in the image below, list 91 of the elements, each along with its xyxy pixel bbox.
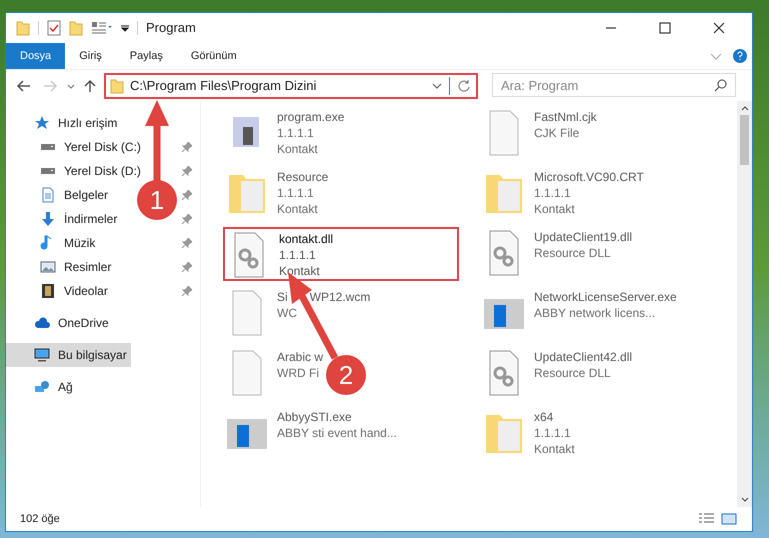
file-name: NetworkLicenseServer.exe — [534, 289, 677, 305]
sidebar-item[interactable]: Ağ — [6, 375, 77, 399]
file-item[interactable]: UpdateClient42.dll Resource DLL — [480, 347, 634, 401]
sidebar-item[interactable]: Müzik — [6, 231, 100, 255]
file-name: Resource — [277, 169, 328, 185]
pin-icon[interactable] — [182, 190, 192, 200]
sidebar-item[interactable]: Resimler — [6, 255, 116, 279]
sidebar-item[interactable]: Yerel Disk (D:) — [6, 159, 145, 183]
refresh-icon[interactable] — [456, 78, 472, 94]
file-name: Arabic w — [277, 349, 324, 365]
ribbon-tab[interactable]: Görünüm — [176, 43, 251, 69]
file-name: Microsoft.VC90.CRT — [534, 169, 644, 185]
sidebar-item[interactable]: Videolar — [6, 279, 112, 303]
file-item[interactable]: UpdateClient19.dll Resource DLL — [480, 227, 634, 281]
film-icon — [40, 283, 56, 299]
pin-icon[interactable] — [182, 166, 192, 176]
file-name: FastNml.cjk — [534, 109, 597, 125]
file-name: UpdateClient19.dll — [534, 229, 632, 245]
file-item[interactable]: program.exe 1.1.1.1 Kontakt — [223, 107, 346, 161]
checklist-icon[interactable] — [47, 20, 61, 36]
ribbon-tab[interactable]: Giriş — [65, 43, 116, 69]
search-icon[interactable] — [714, 78, 728, 92]
file-item[interactable]: x64 1.1.1.1 Kontakt — [480, 407, 577, 461]
file-item[interactable]: Microsoft.VC90.CRT 1.1.1.1 Kontakt — [480, 167, 646, 221]
sidebar-item[interactable]: Belgeler — [6, 183, 112, 207]
file-item[interactable]: FastNml.cjk CJK File — [480, 107, 599, 161]
sidebar-item[interactable]: İndirmeler — [6, 207, 122, 231]
file-detail: Kontakt — [534, 441, 575, 457]
sidebar-item[interactable]: Hızlı erişim — [6, 111, 122, 135]
file-detail: WRD Fi — [277, 365, 320, 381]
file-name: kontakt.dll — [279, 231, 334, 247]
search-field[interactable]: Ara: Program — [492, 73, 736, 98]
folder-icon — [16, 20, 30, 36]
pin-icon[interactable] — [182, 142, 192, 152]
file-detail: 1.1.1.1 — [534, 425, 572, 441]
file-detail: ABBY network licens... — [534, 305, 656, 321]
picture-icon — [40, 259, 56, 275]
file-detail: 1.1.1.1 — [277, 185, 315, 201]
file-detail: ABBY sti event hand... — [277, 425, 397, 441]
file-name: WP12.wcm — [310, 289, 370, 305]
file-detail: Kontakt — [277, 141, 319, 157]
file-detail: CJK File — [534, 125, 580, 141]
file-detail: Resource DLL — [534, 365, 612, 381]
computer-icon — [34, 347, 50, 363]
address-bar[interactable]: C:\Program Files\Program Dizini — [104, 72, 478, 98]
file-detail: Kontakt — [277, 201, 319, 217]
file-item[interactable]: Resource 1.1.1.1 Kontakt — [223, 167, 330, 221]
pin-icon[interactable] — [182, 286, 192, 296]
file-name: program.exe — [277, 109, 344, 125]
drive-icon — [40, 168, 56, 174]
file-item[interactable]: AbbyySTI.exe ABBY sti event hand... — [223, 407, 399, 461]
file-name: Si — [277, 289, 288, 305]
file-detail: 1.1.1.1 — [534, 185, 572, 201]
scrollbar-thumb[interactable] — [740, 115, 749, 165]
down-arrow-icon — [40, 211, 56, 227]
file-detail: WC — [277, 305, 298, 321]
file-detail: Resource DLL — [534, 245, 612, 261]
file-detail: 1.1.1.1 — [279, 247, 317, 263]
properties-icon[interactable] — [91, 21, 113, 35]
large-icons-view-icon[interactable] — [720, 512, 738, 526]
file-item[interactable]: NetworkLicenseServer.exe ABBY network licens... — [480, 287, 679, 341]
file-name: x64 — [534, 409, 554, 425]
cloud-icon — [34, 315, 50, 331]
pin-icon[interactable] — [182, 262, 192, 272]
file-detail: 1.1.1.1 — [277, 125, 315, 141]
file-item[interactable]: kontakt.dll 1.1.1.1 Kontakt — [223, 227, 459, 281]
file-detail: Kontakt — [534, 201, 576, 217]
sidebar-item[interactable]: Bu bilgisayar — [6, 343, 131, 367]
scrollbar[interactable] — [737, 101, 752, 507]
file-name: AbbyySTI.exe — [277, 409, 352, 425]
drive-icon — [40, 144, 56, 150]
pin-icon[interactable] — [182, 214, 192, 224]
sidebar-item[interactable]: Yerel Disk (C:) — [6, 135, 145, 159]
item-count: 102 öğe — [20, 512, 61, 527]
ribbon-tab[interactable]: Dosya — [6, 43, 66, 69]
file-name: UpdateClient42.dll — [534, 349, 632, 365]
address-path: C:\Program Files\Program Dizini — [130, 76, 318, 95]
new-folder-icon — [69, 20, 83, 36]
file-detail: Kontakt — [279, 263, 321, 279]
window-title: Program — [146, 19, 196, 38]
file-item[interactable]: Si WP12.wcm WC — [223, 287, 372, 341]
up-arrow-icon[interactable] — [82, 78, 98, 94]
folder-icon — [110, 78, 124, 94]
file-item[interactable]: Arabic w WRD Fi — [223, 347, 326, 401]
sidebar-item[interactable]: OneDrive — [6, 311, 113, 335]
pin-icon[interactable] — [182, 238, 192, 248]
star-icon — [34, 115, 50, 131]
network-icon — [34, 379, 50, 395]
document-icon — [40, 187, 56, 203]
ribbon-tab[interactable]: Paylaş — [116, 43, 177, 69]
dropdown-caret-icon[interactable] — [121, 24, 129, 32]
